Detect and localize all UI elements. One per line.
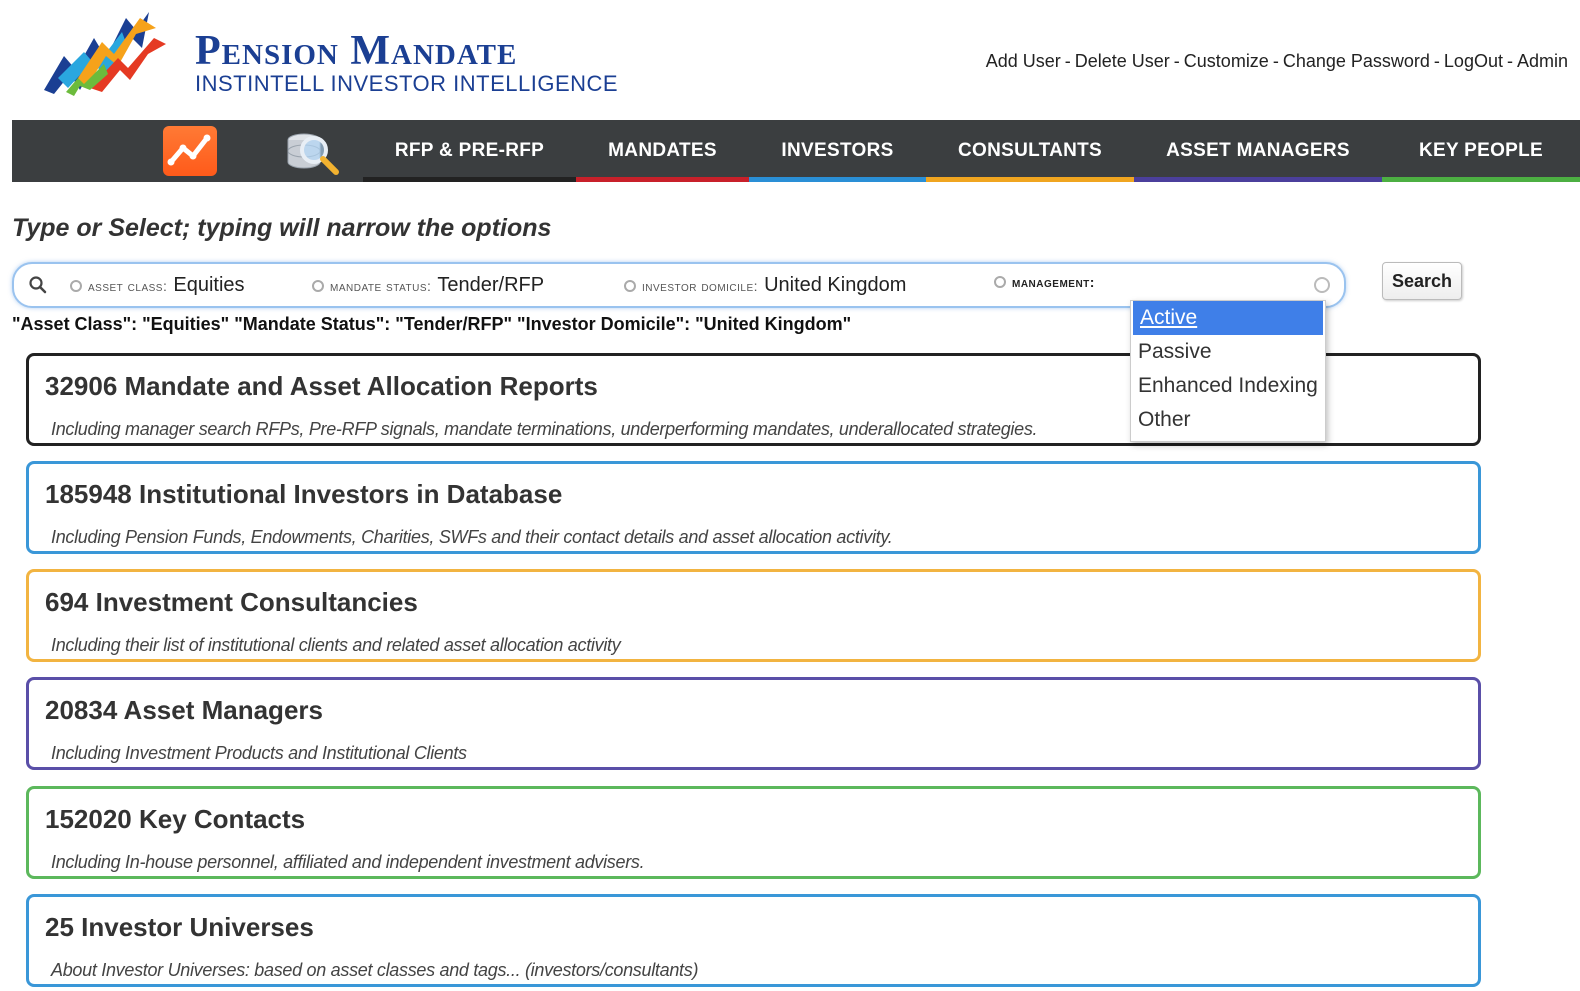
card-title: 152020 Key Contacts (45, 804, 306, 834)
card-description: About Investor Universes: based on asset… (51, 960, 699, 980)
search-instructions: Type or Select; typing will narrow the o… (12, 214, 552, 242)
clear-search-icon[interactable] (1314, 277, 1330, 293)
remove-chip-icon[interactable] (624, 280, 636, 292)
remove-chip-icon[interactable] (312, 280, 324, 292)
card-description: Including their list of institutional cl… (51, 635, 621, 655)
nav-accent-bar (1382, 177, 1580, 182)
filter-chip-mandate-status: Mandate Status: Tender/RFP (312, 274, 544, 297)
card-title: 32906 Mandate and Asset Allocation Repor… (45, 371, 598, 401)
search-button[interactable]: Search (1382, 262, 1462, 300)
card-institutional-investors[interactable]: 185948 Institutional Investors in Databa… (26, 461, 1481, 554)
chip-value: Equities (173, 274, 245, 296)
separator: - (1064, 51, 1071, 71)
chip-value: Tender/RFP (437, 274, 545, 296)
search-icon (28, 275, 48, 295)
logout-link[interactable]: LogOut (1444, 51, 1503, 71)
chip-label: Mandate Status: (330, 278, 432, 294)
nav-accent-bar (749, 177, 926, 182)
brand: Pension Mandate INSTINTELL INVESTOR INTE… (195, 28, 618, 96)
card-investor-universes[interactable]: 25 Investor Universes About Investor Uni… (26, 894, 1481, 987)
user-links: Add User - Delete User - Customize - Change Pa… (986, 51, 1568, 72)
remove-chip-icon[interactable] (70, 280, 82, 292)
chip-value: United Kingdom (764, 274, 907, 296)
separator: - (1272, 51, 1279, 71)
filter-chip-management: Management: (994, 274, 1101, 290)
nav-accent-bar (926, 177, 1134, 182)
nav-label: INVESTORS (781, 140, 894, 161)
dropdown-option-passive[interactable]: Passive (1131, 335, 1325, 369)
nav-accent-bar (1134, 177, 1382, 182)
nav-label: MANDATES (608, 140, 717, 161)
change-password-link[interactable]: Change Password (1283, 51, 1430, 71)
nav-label: RFP & PRE-RFP (394, 140, 545, 161)
nav-accent-bar (363, 177, 576, 182)
chip-label: Management: (1012, 274, 1095, 290)
chip-label: Investor Domicile: (642, 278, 759, 294)
admin-link[interactable]: Admin (1517, 51, 1568, 71)
management-dropdown: Active Passive Enhanced Indexing Other (1130, 300, 1326, 442)
nav-rfp-pre-rfp[interactable]: RFP & PRE-RFP (363, 120, 576, 182)
dropdown-option-other[interactable]: Other (1131, 403, 1325, 437)
nav-label: KEY PEOPLE (1418, 140, 1544, 161)
separator: - (1173, 51, 1180, 71)
delete-user-link[interactable]: Delete User (1075, 51, 1170, 71)
nav-investors[interactable]: INVESTORS (749, 120, 926, 182)
nav-consultants[interactable]: CONSULTANTS (926, 120, 1134, 182)
nav-label: ASSET MANAGERS (1166, 140, 1350, 161)
separator: - (1506, 51, 1513, 71)
filter-chip-asset-class: Asset Class: Equities (70, 274, 245, 297)
separator: - (1433, 51, 1440, 71)
remove-chip-icon[interactable] (994, 276, 1006, 288)
nav-mandates[interactable]: MANDATES (576, 120, 749, 182)
nav-asset-managers[interactable]: ASSET MANAGERS (1134, 120, 1382, 182)
customize-link[interactable]: Customize (1184, 51, 1269, 71)
nav-accent-bar (576, 177, 749, 182)
card-asset-managers[interactable]: 20834 Asset Managers Including Investmen… (26, 677, 1481, 770)
card-key-contacts[interactable]: 152020 Key Contacts Including In-house p… (26, 786, 1481, 879)
nav-label: CONSULTANTS (957, 140, 1103, 161)
main-navbar: RFP & PRE-RFP MANDATES INVESTORS CONSULT… (12, 120, 1580, 182)
card-description: Including Investment Products and Instit… (51, 743, 467, 763)
dropdown-option-active[interactable]: Active (1133, 301, 1323, 335)
card-title: 185948 Institutional Investors in Databa… (45, 479, 563, 509)
card-title: 25 Investor Universes (45, 912, 314, 942)
card-title: 694 Investment Consultancies (45, 587, 418, 617)
add-user-link[interactable]: Add User (986, 51, 1061, 71)
pension-mandate-logo[interactable] (44, 8, 169, 98)
nav-key-people[interactable]: KEY PEOPLE (1382, 120, 1580, 182)
query-summary: "Asset Class": "Equities" "Mandate Statu… (12, 314, 852, 334)
database-search-icon[interactable] (282, 126, 339, 176)
chip-label: Asset Class: (88, 278, 168, 294)
chart-icon[interactable] (163, 126, 217, 176)
dropdown-option-enhanced-indexing[interactable]: Enhanced Indexing (1131, 369, 1325, 403)
card-description: Including Pension Funds, Endowments, Cha… (51, 527, 893, 547)
brand-title: Pension Mandate (195, 28, 518, 74)
card-title: 20834 Asset Managers (45, 695, 323, 725)
card-description: Including manager search RFPs, Pre-RFP s… (51, 419, 1038, 439)
filter-chip-investor-domicile: Investor Domicile: United Kingdom (624, 274, 906, 297)
card-description: Including In-house personnel, affiliated… (51, 852, 645, 872)
brand-subtitle: INSTINTELL INVESTOR INTELLIGENCE (195, 71, 619, 96)
card-investment-consultancies[interactable]: 694 Investment Consultancies Including t… (26, 569, 1481, 662)
